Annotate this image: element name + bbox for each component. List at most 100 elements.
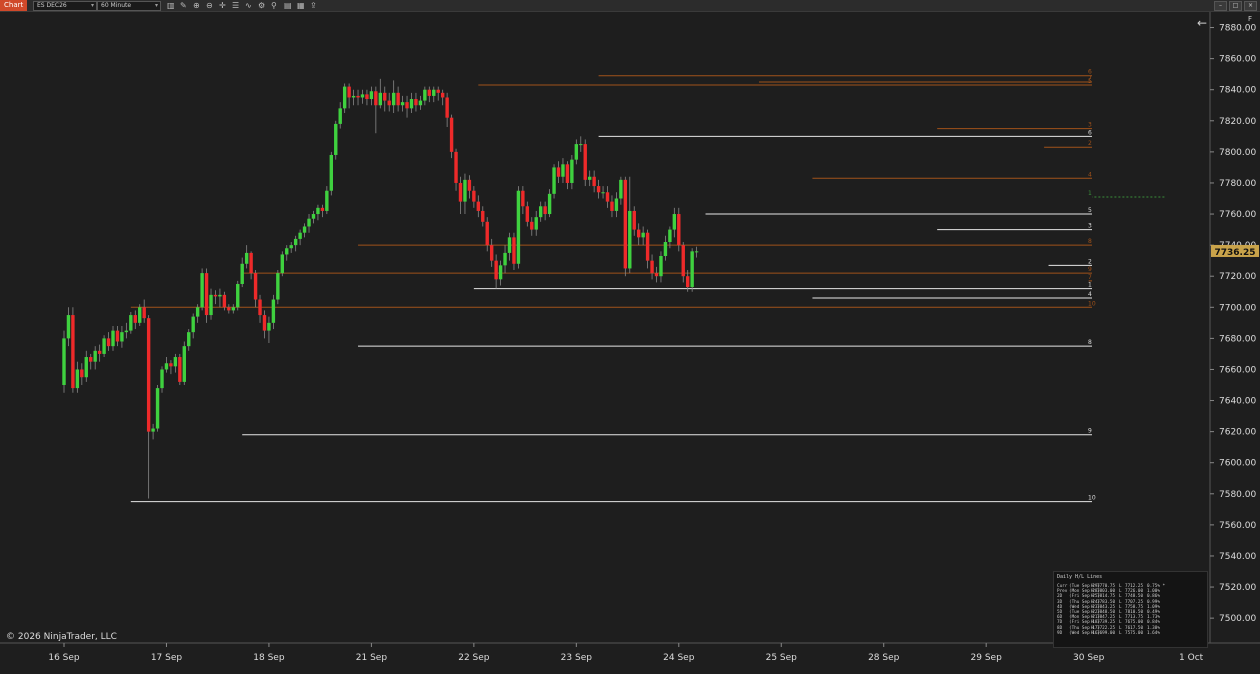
y-tick-label: 7660.00: [1219, 365, 1256, 375]
candle-up: [124, 330, 129, 333]
level-label: 4: [1088, 291, 1092, 298]
candle-down: [258, 299, 262, 316]
candle-down: [387, 100, 391, 106]
y-tick-label: 7760.00: [1219, 210, 1256, 220]
candle-down: [253, 273, 258, 300]
candle-up: [311, 214, 316, 219]
candle-up: [151, 428, 155, 432]
candle-up: [302, 226, 307, 233]
candle-up: [342, 86, 347, 109]
candle-down: [249, 252, 253, 274]
candle-up: [498, 265, 503, 280]
candle-down: [222, 294, 227, 308]
candle-down: [681, 245, 685, 277]
candle-up: [628, 210, 632, 269]
candle-down: [169, 363, 173, 367]
y-tick-label: 7680.00: [1219, 334, 1256, 344]
candle-up: [423, 89, 427, 101]
y-tick-label: 7580.00: [1219, 490, 1256, 500]
candle-up: [293, 238, 298, 246]
y-tick-label: 7620.00: [1219, 428, 1256, 438]
attach-icon[interactable]: ⚲: [271, 0, 277, 11]
panel-flag: F: [1248, 15, 1253, 23]
y-tick-label: 7880.00: [1219, 24, 1256, 34]
candle-up: [200, 273, 204, 308]
level-label: 3: [1088, 122, 1092, 129]
strategy-icon[interactable]: ⚙: [258, 0, 265, 11]
candle-down: [636, 229, 641, 238]
level-label: 1: [1088, 190, 1092, 197]
candle-down: [489, 245, 494, 261]
crosshair-icon[interactable]: ✛: [219, 0, 226, 11]
candle-up: [516, 190, 521, 264]
candle-up: [369, 91, 374, 100]
hl-table-cell: 9D: [1057, 630, 1063, 636]
candle-down: [374, 91, 378, 106]
candle-down: [565, 164, 570, 183]
level-label: 2: [1088, 258, 1092, 265]
interval-label: 60 Minute: [101, 2, 132, 9]
x-tick-label: 28 Sep: [868, 653, 900, 663]
candle-up: [351, 95, 356, 98]
minimize-button[interactable]: –: [1214, 1, 1227, 11]
candle-up: [552, 167, 556, 194]
draw-tools-icon[interactable]: ✎: [180, 0, 187, 11]
zoom-in-icon[interactable]: ⊕: [193, 0, 200, 11]
candle-down: [227, 307, 231, 311]
maximize-button[interactable]: □: [1229, 1, 1242, 11]
template-icon[interactable]: ▤: [284, 0, 292, 11]
hl-table-cell: 7575.00: [1125, 630, 1144, 636]
candle-down: [485, 221, 489, 246]
level-label: 7: [1088, 274, 1092, 281]
candle-up: [329, 154, 333, 191]
y-tick-label: 7860.00: [1219, 55, 1256, 65]
candle-up: [187, 332, 191, 347]
candle-up: [538, 206, 543, 218]
candle-down: [320, 207, 325, 211]
candle-up: [285, 248, 289, 255]
candle-down: [596, 186, 601, 193]
zoom-out-icon[interactable]: ⊖: [206, 0, 213, 11]
properties-icon[interactable]: ☰: [232, 0, 239, 11]
candle-down: [71, 315, 75, 389]
candle-down: [610, 201, 614, 211]
candle-up: [507, 237, 512, 253]
chart-tab[interactable]: Chart: [0, 0, 28, 11]
level-label: 8: [1088, 339, 1092, 346]
share-icon[interactable]: ⇪: [310, 0, 317, 11]
level-label: 1: [1088, 282, 1092, 289]
candle-up: [694, 251, 699, 253]
candle-up: [601, 192, 605, 194]
y-tick-label: 7820.00: [1219, 117, 1256, 127]
candle-up: [307, 218, 311, 227]
y-tick-label: 7560.00: [1219, 521, 1256, 531]
candle-down: [115, 330, 120, 342]
indicators-icon[interactable]: ∿: [245, 0, 252, 11]
candle-up: [432, 89, 436, 96]
close-button[interactable]: ×: [1244, 1, 1257, 11]
candle-down: [454, 151, 458, 183]
candle-up: [316, 207, 320, 215]
candle-down: [204, 273, 209, 316]
bar-style-icon[interactable]: ▥: [167, 0, 175, 11]
candle-up: [93, 350, 97, 362]
candle-down: [476, 201, 481, 211]
candle-down: [650, 260, 654, 274]
back-arrow-icon[interactable]: ←: [1197, 16, 1207, 30]
candle-down: [445, 97, 449, 118]
candle-up: [579, 144, 583, 146]
candle-up: [129, 315, 133, 331]
chevron-down-icon: ▾: [90, 2, 94, 9]
level-label: 10: [1088, 495, 1096, 502]
candle-down: [543, 206, 547, 215]
candle-down: [405, 102, 409, 109]
candle-up: [155, 388, 160, 429]
candle-up: [334, 123, 338, 155]
instrument-selector[interactable]: ES DEC26 ▾: [33, 1, 97, 11]
interval-selector[interactable]: 60 Minute ▾: [97, 1, 161, 11]
candle-up: [672, 214, 677, 230]
y-tick-label: 7780.00: [1219, 179, 1256, 189]
candle-down: [467, 179, 472, 191]
data-box-icon[interactable]: ▦: [297, 0, 305, 11]
candle-down: [592, 176, 596, 187]
